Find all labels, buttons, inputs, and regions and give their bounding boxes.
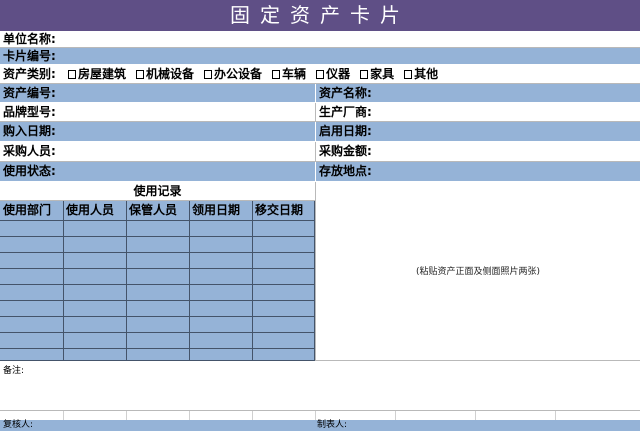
usage-record-title: 使用记录 bbox=[0, 182, 315, 201]
row-card-no: 卡片编号: bbox=[0, 48, 640, 65]
row-asset-no: 资产编号: 资产名称: bbox=[0, 84, 640, 103]
category-option[interactable]: 机械设备 bbox=[136, 65, 194, 83]
checkbox-icon[interactable] bbox=[136, 69, 145, 79]
purchase-date-label: 购入日期: bbox=[3, 124, 56, 138]
start-date-label: 启用日期: bbox=[319, 124, 372, 138]
photo-area[interactable]: (粘贴资产正面及侧面照片两张) bbox=[315, 182, 640, 361]
column-header: 领用日期 bbox=[192, 203, 241, 217]
column-header: 使用部门 bbox=[3, 203, 52, 217]
location-label: 存放地点: bbox=[319, 164, 372, 178]
footer: 复核人: 制表人: bbox=[0, 411, 640, 431]
buyer-label: 采购人员: bbox=[3, 144, 56, 158]
checkbox-icon[interactable] bbox=[316, 69, 325, 79]
row-status: 使用状态: 存放地点: bbox=[0, 162, 640, 182]
checkbox-icon[interactable] bbox=[68, 69, 76, 79]
category-option[interactable]: 房屋建筑 bbox=[68, 65, 126, 83]
page-title: 固定资产卡片 bbox=[0, 0, 640, 31]
category-option[interactable]: 家具 bbox=[360, 65, 394, 83]
card-no-label: 卡片编号: bbox=[3, 49, 56, 63]
checkbox-icon[interactable] bbox=[360, 69, 369, 79]
remarks-area[interactable]: 备注: bbox=[0, 361, 640, 411]
reviewer-label: 复核人: bbox=[3, 420, 34, 430]
unit-name-label: 单位名称: bbox=[3, 32, 56, 46]
remarks-label: 备注: bbox=[3, 366, 25, 376]
row-category: 资产类别: 房屋建筑 机械设备 办公设备 车辆 仪器 家具 其他 bbox=[0, 65, 640, 84]
asset-card: 固定资产卡片 单位名称: 卡片编号: 资产类别: 房屋建筑 机械设备 办公设备 … bbox=[0, 0, 640, 431]
column-header: 使用人员 bbox=[66, 203, 115, 217]
category-option[interactable]: 办公设备 bbox=[204, 65, 262, 83]
category-options: 房屋建筑 机械设备 办公设备 车辆 仪器 家具 其他 bbox=[68, 65, 448, 83]
maker-label: 制表人: bbox=[317, 420, 348, 430]
status-label: 使用状态: bbox=[3, 164, 56, 178]
category-option[interactable]: 其他 bbox=[404, 65, 438, 83]
category-option[interactable]: 车辆 bbox=[272, 65, 306, 83]
photo-hint: (粘贴资产正面及侧面照片两张) bbox=[415, 267, 541, 277]
manufacturer-label: 生产厂商: bbox=[319, 105, 372, 119]
category-option[interactable]: 仪器 bbox=[316, 65, 350, 83]
amount-label: 采购金额: bbox=[319, 144, 372, 158]
row-brand: 品牌型号: 生产厂商: bbox=[0, 103, 640, 122]
brand-model-label: 品牌型号: bbox=[3, 105, 56, 119]
row-dates: 购入日期: 启用日期: bbox=[0, 122, 640, 142]
checkbox-icon[interactable] bbox=[404, 69, 413, 79]
column-header: 移交日期 bbox=[255, 203, 304, 217]
asset-name-label: 资产名称: bbox=[319, 86, 372, 100]
usage-record-table: 使用部门 使用人员 保管人员 领用日期 移交日期 bbox=[0, 201, 315, 361]
row-buyer: 采购人员: 采购金额: bbox=[0, 142, 640, 162]
column-header: 保管人员 bbox=[129, 203, 178, 217]
row-unit-name: 单位名称: bbox=[0, 31, 640, 48]
asset-no-label: 资产编号: bbox=[3, 86, 56, 100]
checkbox-icon[interactable] bbox=[272, 69, 281, 79]
category-label: 资产类别: bbox=[3, 67, 56, 81]
checkbox-icon[interactable] bbox=[204, 69, 213, 79]
